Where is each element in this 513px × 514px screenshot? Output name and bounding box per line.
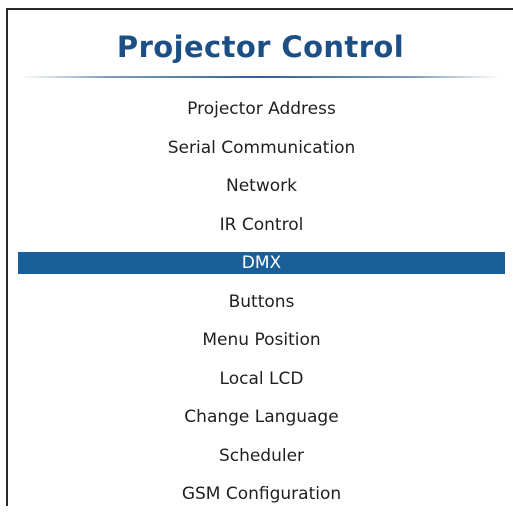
menu-item-change-language[interactable]: Change Language [18,398,505,437]
page-title: Projector Control [116,30,405,64]
menu-item-buttons[interactable]: Buttons [18,283,505,322]
projector-control-menu: Projector Address Serial Communication N… [18,90,505,514]
menu-item-network[interactable]: Network [18,167,505,206]
menu-item-gsm-configuration[interactable]: GSM Configuration [18,475,505,514]
menu-item-projector-address[interactable]: Projector Address [18,90,505,129]
projector-control-panel: Projector Control Projector Address Seri… [6,8,513,506]
menu-item-local-lcd[interactable]: Local LCD [18,360,505,399]
menu-item-scheduler[interactable]: Scheduler [18,437,505,476]
menu-item-ir-control[interactable]: IR Control [18,206,505,245]
title-divider [20,76,501,78]
menu-item-dmx[interactable]: DMX [18,252,505,274]
menu-item-menu-position[interactable]: Menu Position [18,321,505,360]
menu-item-serial-communication[interactable]: Serial Communication [18,129,505,168]
